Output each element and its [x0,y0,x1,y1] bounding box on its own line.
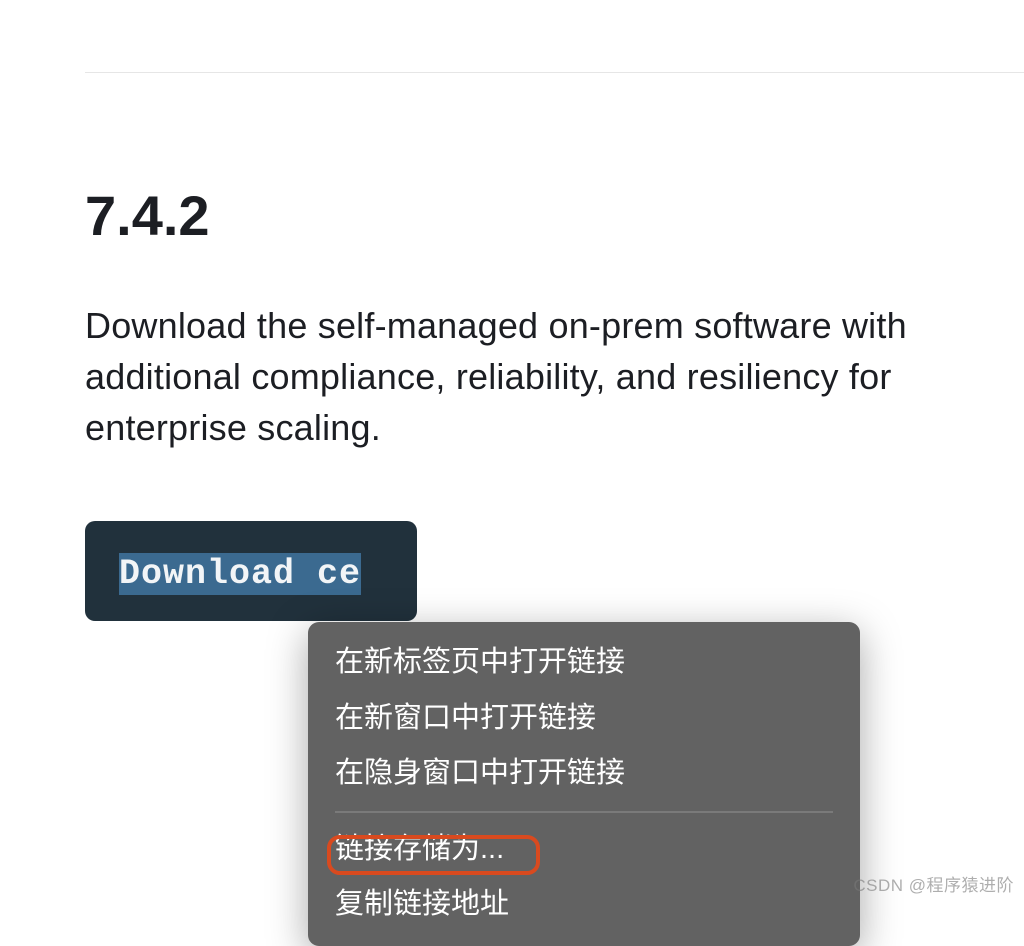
main-content: 7.4.2 Download the self-managed on-prem … [0,183,1024,621]
context-menu-save-link-as[interactable]: 链接存储为... [308,822,860,878]
context-menu-divider [335,811,833,813]
watermark-text: CSDN @程序猿进阶 [853,871,1014,896]
context-menu-open-new-tab[interactable]: 在新标签页中打开链接 [308,635,860,691]
version-heading: 7.4.2 [85,183,939,248]
context-menu-open-new-window[interactable]: 在新窗口中打开链接 [308,691,860,747]
context-menu-copy-link-address[interactable]: 复制链接地址 [308,877,860,933]
context-menu: 在新标签页中打开链接 在新窗口中打开链接 在隐身窗口中打开链接 链接存储为...… [308,622,860,946]
horizontal-divider [85,72,1024,73]
description-text: Download the self-managed on-prem softwa… [85,300,939,453]
download-button-label: Download ce [119,553,361,595]
download-button[interactable]: Download ce [85,521,417,621]
context-menu-open-incognito[interactable]: 在隐身窗口中打开链接 [308,746,860,802]
